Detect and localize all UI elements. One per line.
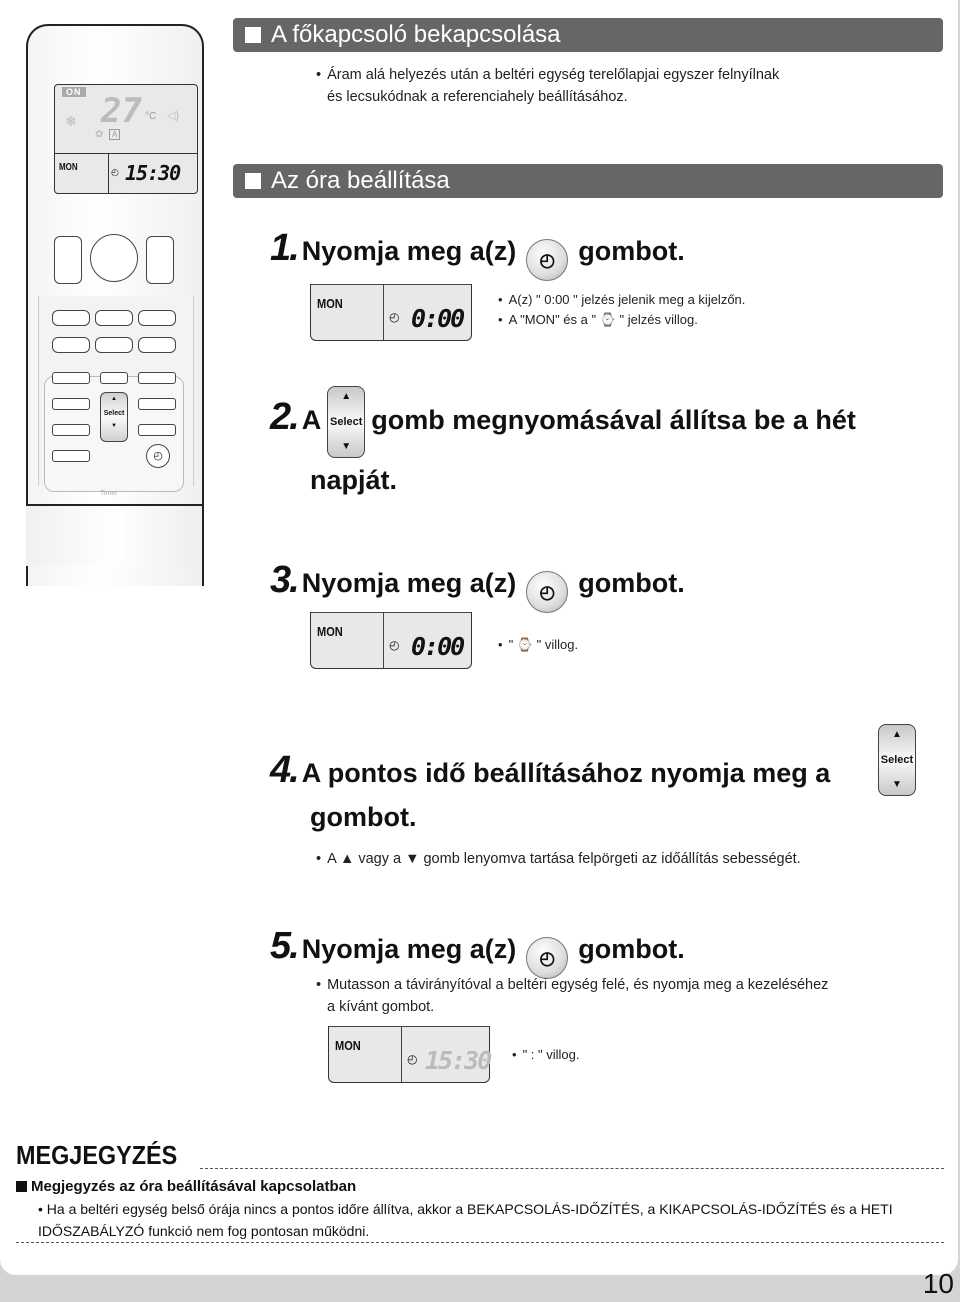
select-button-icon: ▲ Select ▼: [878, 724, 916, 796]
clock-button-icon: ◴: [526, 239, 569, 281]
step-4-notes: • A ▲ vagy a ▼ gomb lenyomva tartása felp…: [316, 851, 801, 867]
remote-button[interactable]: [52, 310, 90, 326]
clock-button-icon: ◴: [526, 937, 569, 979]
clock-icon: ◴: [389, 310, 400, 324]
remote-button[interactable]: [100, 372, 128, 384]
remote-button[interactable]: [138, 310, 176, 326]
square-bullet-icon: [245, 173, 261, 189]
lcd-unit: °C: [145, 111, 157, 122]
down-arrow-icon: ▼: [111, 423, 117, 429]
bullet-power-on: • Áram alá helyezés után a beltéri egység…: [316, 67, 780, 105]
remote-button[interactable]: [52, 398, 90, 410]
select-button-icon: ▲ Select ▼: [327, 386, 366, 458]
page-number: 10: [922, 1268, 954, 1299]
lcd-step-1: MON ◴ 0:00: [310, 284, 472, 341]
timer-label: Timer: [100, 490, 118, 497]
divider: [200, 1168, 944, 1169]
up-arrow-icon: ▲: [111, 396, 117, 402]
clock-button-icon: ◴: [526, 571, 569, 613]
lcd-step-3: MON ◴ 0:00: [310, 612, 472, 669]
speaker-icon: ◁): [167, 110, 180, 122]
manual-page: ON ❄ 27 °C ◁) ✿ A MON ◴ 15:30 ▲ Select ▼…: [0, 0, 958, 1275]
clock-icon: ◴: [153, 450, 163, 462]
snowflake-icon: ❄: [65, 113, 77, 129]
lcd-temperature: 27: [101, 91, 142, 131]
remote-power-button[interactable]: [90, 234, 138, 282]
remote-button[interactable]: [52, 450, 90, 462]
remote-button-left[interactable]: [54, 236, 82, 284]
remote-bottom-cover: [26, 504, 202, 566]
lcd-time: 15:30: [125, 161, 181, 185]
remote-button[interactable]: [95, 310, 133, 326]
remote-button[interactable]: [52, 337, 90, 353]
remote-button[interactable]: [138, 337, 176, 353]
divider: [16, 1242, 944, 1243]
square-bullet-icon: [16, 1181, 27, 1192]
fan-icon: ✿: [95, 129, 104, 140]
clock-icon: ◴: [407, 1052, 418, 1066]
step-4: 4. A pontos idő beállításához nyomja meg …: [270, 749, 831, 832]
step-5: 5. Nyomja meg a(z) ◴ gombot.: [270, 926, 685, 979]
remote-button[interactable]: [138, 398, 176, 410]
lcd-day: MON: [59, 162, 78, 173]
remote-button[interactable]: [138, 372, 176, 384]
remote-button[interactable]: [52, 424, 90, 436]
remote-button[interactable]: [138, 424, 176, 436]
lcd-step-5: MON ◴ 15:30: [328, 1026, 492, 1083]
note-subtitle: Megjegyzés az óra beállításával kapcsola…: [16, 1178, 356, 1195]
step-5-blink-note: • " : " villog.: [512, 1047, 580, 1062]
clock-icon: ◴: [111, 167, 119, 177]
section-header-power: A főkapcsoló bekapcsolása: [233, 18, 943, 52]
step-5-notes: • Mutasson a távirányítóval a beltéri egy…: [316, 977, 829, 1015]
remote-button[interactable]: [95, 337, 133, 353]
auto-fan-icon: A: [109, 129, 121, 140]
remote-button-right[interactable]: [146, 236, 174, 284]
square-bullet-icon: [245, 27, 261, 43]
note-body: • Ha a beltéri egység belső órája nincs …: [38, 1201, 893, 1239]
remote-clock-button[interactable]: ◴: [146, 444, 170, 468]
clock-icon: ◴: [389, 638, 400, 652]
lcd-on-indicator: ON: [62, 87, 86, 97]
note-title: MEGJEGYZÉS: [16, 1140, 178, 1170]
remote-button[interactable]: [52, 372, 90, 384]
section-header-clock: Az óra beállítása: [233, 164, 943, 198]
step-3: 3. Nyomja meg a(z) ◴ gombot.: [270, 560, 685, 613]
step-1-notes: • A(z) " 0:00 " jelzés jelenik meg a kije…: [498, 292, 746, 327]
remote-select-button[interactable]: ▲ Select ▼: [100, 392, 128, 442]
step-2: 2. A ▲ Select ▼ gomb megnyomásával állítsa be…: [270, 386, 930, 502]
step-1: 1. Nyomja meg a(z) ◴ gombot.: [270, 228, 685, 281]
step-3-notes: • " ⌚ " villog.: [498, 637, 579, 652]
remote-lcd: ON ❄ 27 °C ◁) ✿ A MON ◴ 15:30: [54, 84, 198, 194]
remote-control-illustration: ON ❄ 27 °C ◁) ✿ A MON ◴ 15:30 ▲ Select ▼…: [26, 24, 204, 586]
